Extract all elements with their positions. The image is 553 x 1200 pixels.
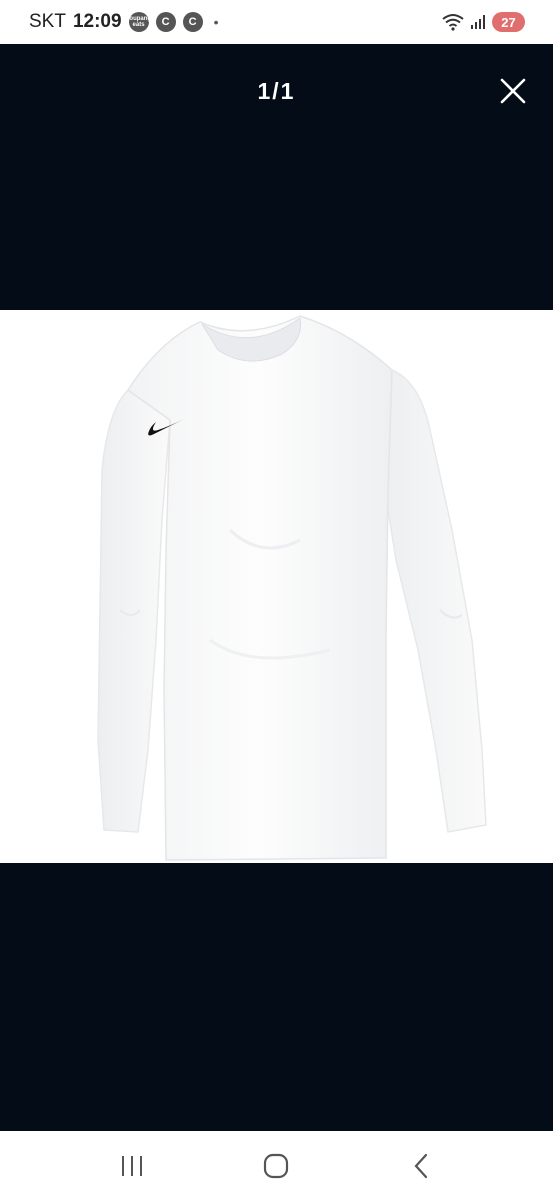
shirt-illustration xyxy=(97,315,487,861)
c-badge-label: C xyxy=(161,16,170,28)
recents-button[interactable] xyxy=(102,1141,162,1191)
wifi-icon xyxy=(442,14,464,31)
back-button[interactable] xyxy=(391,1141,451,1191)
back-icon xyxy=(414,1153,427,1178)
signal-icon xyxy=(471,15,485,29)
carrier-label: SKT xyxy=(29,11,66,32)
home-icon xyxy=(264,1153,289,1178)
more-notifications-dot: • xyxy=(213,14,219,30)
close-button[interactable] xyxy=(494,72,532,110)
status-bar: SKT 12:09 coupang eats C C • 27 xyxy=(0,0,553,44)
clock: 12:09 xyxy=(72,11,122,32)
home-button[interactable] xyxy=(246,1141,306,1191)
close-icon xyxy=(500,78,526,104)
coupang-eats-icon: coupang eats xyxy=(126,12,152,32)
c-badge-icon: C xyxy=(155,12,176,32)
status-right: 27 xyxy=(442,12,525,32)
battery-level: 27 xyxy=(501,14,516,30)
image-counter: 1/1 xyxy=(257,78,296,104)
c-badge-label: C xyxy=(188,16,197,28)
coupang-eats-label: coupang eats xyxy=(126,16,152,28)
navigation-bar xyxy=(0,1131,553,1200)
viewer-footer xyxy=(0,863,553,1131)
c-badge-icon: C xyxy=(182,12,203,32)
product-image[interactable] xyxy=(0,310,553,863)
battery-indicator: 27 xyxy=(492,12,525,32)
status-left: SKT 12:09 coupang eats C C • xyxy=(29,11,218,33)
recents-icon xyxy=(122,1155,143,1176)
